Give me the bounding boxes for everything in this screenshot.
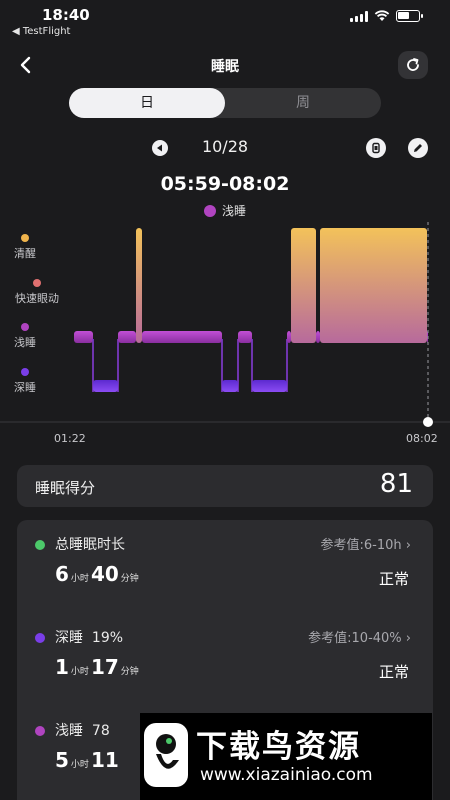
period-segment: 日 周: [69, 88, 381, 118]
light-sleep-segment: [74, 331, 93, 343]
axis-start-time: 01:22: [54, 432, 86, 445]
chart-legend: 浅睡: [0, 202, 450, 219]
refresh-icon: [407, 58, 419, 71]
light-dot: [35, 726, 45, 736]
tab-day[interactable]: 日: [69, 88, 225, 118]
legend-light-dot: [203, 204, 216, 217]
duration-value: 6 小时 40 分钟: [55, 562, 139, 586]
refresh-button[interactable]: [398, 51, 428, 79]
triangle-left-icon: [157, 144, 162, 152]
total-dot: [35, 540, 45, 550]
metric-deep[interactable]: 深睡 19% 参考值:10-40% › 1 小时 17 分钟 正常: [17, 613, 433, 703]
light-sleep-segment: [238, 331, 252, 343]
light-sleep-segment: [118, 331, 136, 343]
legend-light-label: 浅睡: [221, 204, 246, 218]
bird-logo-icon: [144, 723, 188, 787]
chevron-right-icon: ›: [405, 631, 411, 646]
light-sleep-segment: [316, 331, 320, 343]
deep-sleep-segment: [252, 380, 287, 392]
watermark: 下载鸟资源 www.xiazainiao.com: [140, 713, 432, 800]
device-button[interactable]: [366, 138, 386, 158]
status-time: 18:40: [42, 6, 90, 24]
sleep-time-range: 05:59-08:02: [160, 173, 290, 195]
metric-name: 总睡眠时长: [55, 537, 125, 553]
metric-name: 深睡 19%: [55, 630, 124, 646]
metric-total[interactable]: 总睡眠时长 参考值:6-10h › 6 小时 40 分钟 正常: [17, 520, 433, 610]
awake-segment: [136, 228, 142, 343]
metric-name: 浅睡 78: [55, 723, 110, 739]
sleep-score-card[interactable]: 睡眠得分 81: [17, 465, 433, 507]
deep-sleep-segment: [222, 380, 238, 392]
signal-icon: [350, 10, 368, 22]
pencil-icon: [414, 144, 422, 152]
reference-value[interactable]: 参考值:6-10h ›: [321, 534, 411, 553]
duration-value: 5 小时 11: [55, 748, 119, 772]
battery-icon: [396, 10, 423, 22]
watermark-title: 下载鸟资源: [196, 729, 361, 765]
score-value: 81: [379, 469, 413, 499]
status-bar: 18:40 ◀ TestFlight: [0, 0, 450, 42]
deep-dot: [35, 633, 45, 643]
axis-end-time: 08:02: [406, 432, 438, 445]
page-title: 睡眠: [211, 59, 239, 75]
reference-value[interactable]: 参考值:10-40% ›: [308, 627, 411, 646]
chevron-right-icon: ›: [405, 538, 411, 553]
status-text: 正常: [378, 570, 409, 588]
date-row: 10/28: [0, 136, 450, 160]
nav-bar: 睡眠: [0, 48, 450, 82]
current-time-dot[interactable]: [423, 417, 433, 427]
awake-segment: [291, 228, 316, 343]
date-label: 10/28: [201, 137, 249, 156]
watermark-url: www.xiazainiao.com: [200, 765, 373, 785]
deep-sleep-segment: [93, 380, 118, 392]
edit-button[interactable]: [408, 138, 428, 158]
awake-segment: [320, 228, 427, 343]
status-icons: [350, 10, 423, 22]
wifi-icon: [374, 10, 390, 21]
watch-icon: [372, 142, 380, 154]
testflight-back-link[interactable]: ◀ TestFlight: [12, 26, 70, 37]
light-sleep-segment: [287, 331, 291, 343]
duration-value: 1 小时 17 分钟: [55, 655, 139, 679]
previous-day-button[interactable]: [152, 140, 168, 156]
tab-week[interactable]: 周: [225, 88, 381, 118]
sleep-chart: [0, 222, 450, 427]
score-title: 睡眠得分: [35, 479, 96, 497]
light-sleep-segment: [142, 331, 222, 343]
status-text: 正常: [378, 663, 409, 681]
